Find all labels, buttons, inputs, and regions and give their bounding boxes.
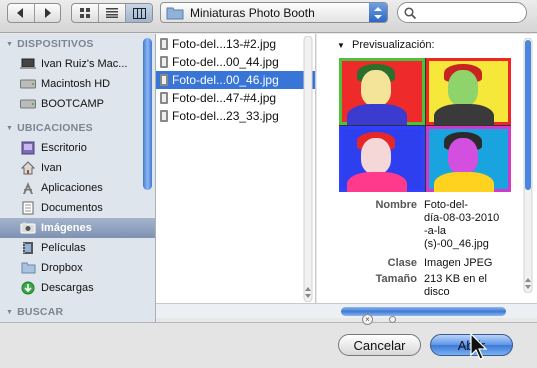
sidebar-item-escritorio[interactable]: Escritorio xyxy=(0,138,155,158)
file-row[interactable]: Foto-del...13-#2.jpg xyxy=(156,35,315,53)
applications-icon xyxy=(20,181,36,195)
meta-value-name: Foto-del- día-08-03-2010 -a-la (s)-00_46… xyxy=(424,199,500,250)
file-icon xyxy=(160,38,168,50)
grid-icon xyxy=(79,7,90,18)
list-view-button[interactable] xyxy=(99,4,126,22)
documents-icon xyxy=(20,201,36,215)
file-row[interactable]: Foto-del...47-#4.jpg xyxy=(156,89,315,107)
meta-label-name: Nombre xyxy=(375,199,417,211)
sidebar-item-peliculas[interactable]: Películas xyxy=(0,238,155,258)
search-input[interactable] xyxy=(397,2,527,23)
movies-icon xyxy=(20,241,36,255)
icon-view-button[interactable] xyxy=(72,4,99,22)
downloads-icon xyxy=(20,281,36,295)
file-row-selected[interactable]: Foto-del...00_46.jpg xyxy=(156,71,315,89)
sidebar-item-macintosh-hd[interactable]: Macintosh HD xyxy=(0,74,155,94)
sidebar-item-ivan[interactable]: Ivan xyxy=(0,158,155,178)
sidebar-section-header[interactable]: ▼ BUSCAR xyxy=(0,302,155,322)
resize-handle-icon[interactable] xyxy=(389,315,396,323)
meta-label-kind: Clase xyxy=(387,257,417,269)
close-icon[interactable]: × xyxy=(362,313,373,325)
chevron-left-icon xyxy=(16,8,23,18)
location-label: Miniaturas Photo Booth xyxy=(190,5,315,20)
sidebar-item-computer[interactable]: Ivan Ruiz's Mac... xyxy=(0,54,155,74)
dialog-button-bar: Cancelar Abrir xyxy=(0,322,537,368)
preview-heading[interactable]: ▼ Previsualización: xyxy=(337,39,435,51)
file-row[interactable]: Foto-del...23_33.jpg xyxy=(156,107,315,125)
sidebar-item-imagenes[interactable]: Imágenes xyxy=(0,218,155,238)
folder-icon xyxy=(20,261,36,275)
horizontal-scrollbar[interactable] xyxy=(156,303,537,318)
file-list-scrollbar[interactable] xyxy=(303,35,313,303)
laptop-icon xyxy=(20,57,36,71)
disclosure-triangle-icon: ▼ xyxy=(6,40,14,48)
disclosure-triangle-icon: ▼ xyxy=(337,41,345,50)
desktop-icon xyxy=(20,141,36,155)
folder-icon xyxy=(166,7,184,19)
photo-tile xyxy=(339,125,425,192)
file-list-column: Foto-del...13-#2.jpg Foto-del...00_44.jp… xyxy=(156,34,316,303)
file-row[interactable]: Foto-del...00_44.jpg xyxy=(156,53,315,71)
meta-value-kind: Imagen JPEG xyxy=(424,257,493,269)
column-view-button[interactable] xyxy=(126,4,152,22)
cancel-button[interactable]: Cancelar xyxy=(338,334,421,356)
scrollbar-thumb[interactable] xyxy=(143,38,152,190)
view-mode-control xyxy=(71,3,153,23)
meta-value-size: 213 KB en el disco xyxy=(424,273,487,298)
photo-tile xyxy=(425,125,511,192)
disclosure-triangle-icon: ▼ xyxy=(6,124,14,132)
mouse-pointer-icon xyxy=(470,333,488,360)
sidebar: ▼ DISPOSITIVOS Ivan Ruiz's Mac... Macint… xyxy=(0,34,156,322)
photo-tile xyxy=(425,58,511,125)
file-icon xyxy=(160,74,168,86)
preview-column: ▼ Previsualización: Nombre Foto-del- día… xyxy=(317,34,537,303)
preview-scrollbar[interactable] xyxy=(523,37,533,294)
sidebar-item-documentos[interactable]: Documentos xyxy=(0,198,155,218)
harddisk-icon xyxy=(20,77,36,91)
column-resize-controls: × xyxy=(362,312,410,326)
sidebar-item-dropbox[interactable]: Dropbox xyxy=(0,258,155,278)
sidebar-scrollbar[interactable] xyxy=(142,36,153,320)
harddisk-icon xyxy=(20,97,36,111)
file-icon xyxy=(160,56,168,68)
pictures-icon xyxy=(20,221,36,235)
meta-label-size: Tamaño xyxy=(375,273,417,285)
photo-tile xyxy=(339,58,425,125)
location-popup[interactable]: Miniaturas Photo Booth xyxy=(160,2,388,23)
sidebar-section-header[interactable]: ▼ UBICACIONES xyxy=(0,118,155,138)
file-icon xyxy=(160,92,168,104)
toolbar: Miniaturas Photo Booth xyxy=(0,0,537,33)
sidebar-section-header[interactable]: ▼ DISPOSITIVOS xyxy=(0,34,155,54)
back-button[interactable] xyxy=(8,4,35,22)
list-icon xyxy=(106,8,118,18)
sidebar-item-bootcamp[interactable]: BOOTCAMP xyxy=(0,94,155,114)
chevron-right-icon xyxy=(45,8,52,18)
columns-icon xyxy=(132,7,146,19)
popup-arrows-icon xyxy=(369,3,387,22)
forward-button[interactable] xyxy=(35,4,61,22)
back-forward-control xyxy=(7,3,61,23)
file-icon xyxy=(160,110,168,122)
sidebar-item-descargas[interactable]: Descargas xyxy=(0,278,155,298)
search-icon xyxy=(404,6,416,19)
sidebar-item-aplicaciones[interactable]: Aplicaciones xyxy=(0,178,155,198)
home-icon xyxy=(20,161,36,175)
preview-image xyxy=(339,58,511,192)
disclosure-triangle-icon: ▼ xyxy=(6,308,14,316)
